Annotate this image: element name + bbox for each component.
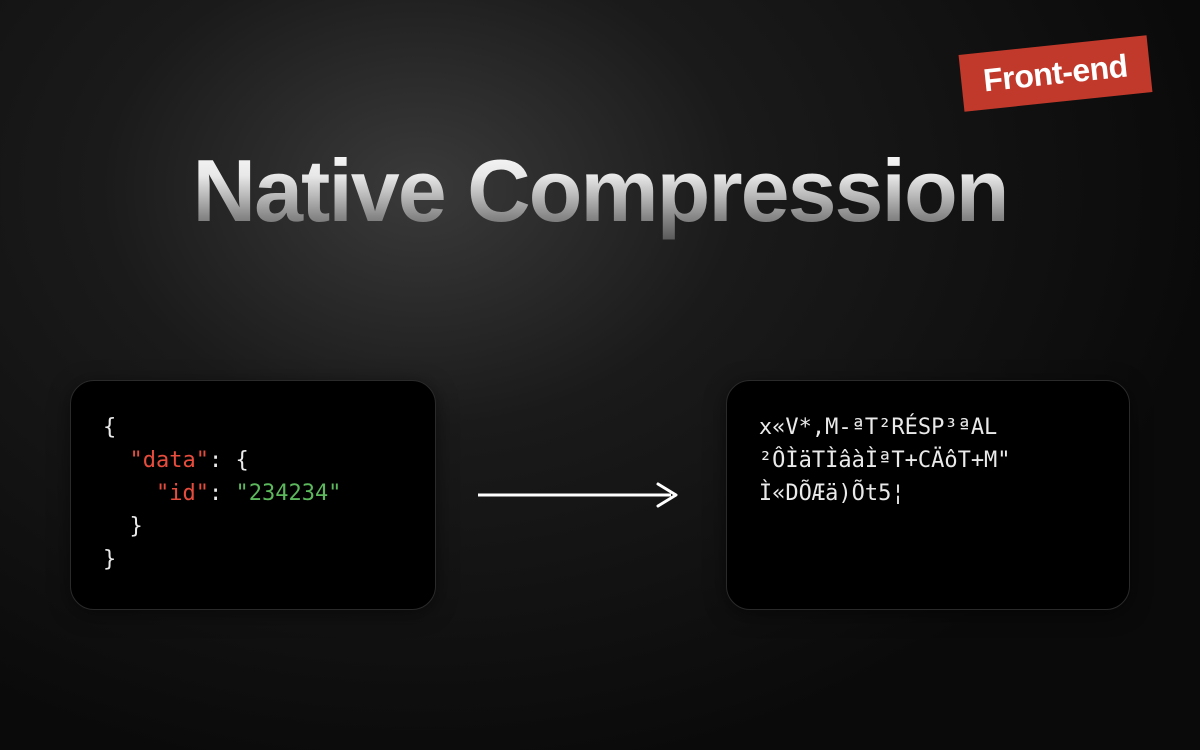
indent [103,481,156,506]
json-value-id: "234234" [235,481,341,506]
arrow-icon [476,480,686,510]
colon: : [209,481,236,506]
colon: : [209,448,236,473]
brace-open: { [235,448,248,473]
indent [103,514,130,539]
brace-close: } [103,547,116,572]
category-badge: Front-end [959,35,1153,111]
compressed-line: Ì«DÕÆä)Õt5¦ [759,477,1097,510]
brace-open: { [103,415,116,440]
json-key-data: "data" [130,448,209,473]
indent [103,448,130,473]
compressed-text: x«V*,M-ªT²RÉSP³ªAL ²ÔÌäTÌâàÌªT+CÄôT+M" Ì… [759,411,1097,510]
source-code-panel: { "data": { "id": "234234" } } [70,380,436,610]
compressed-output-panel: x«V*,M-ªT²RÉSP³ªAL ²ÔÌäTÌâàÌªT+CÄôT+M" Ì… [726,380,1130,610]
json-code-block: { "data": { "id": "234234" } } [103,411,403,576]
json-key-id: "id" [156,481,209,506]
compressed-line: x«V*,M-ªT²RÉSP³ªAL [759,411,1097,444]
page-title: Native Compression [193,140,1008,242]
compressed-line: ²ÔÌäTÌâàÌªT+CÄôT+M" [759,444,1097,477]
brace-close: } [130,514,143,539]
compression-diagram: { "data": { "id": "234234" } } x«V*,M-ªT… [0,380,1200,610]
